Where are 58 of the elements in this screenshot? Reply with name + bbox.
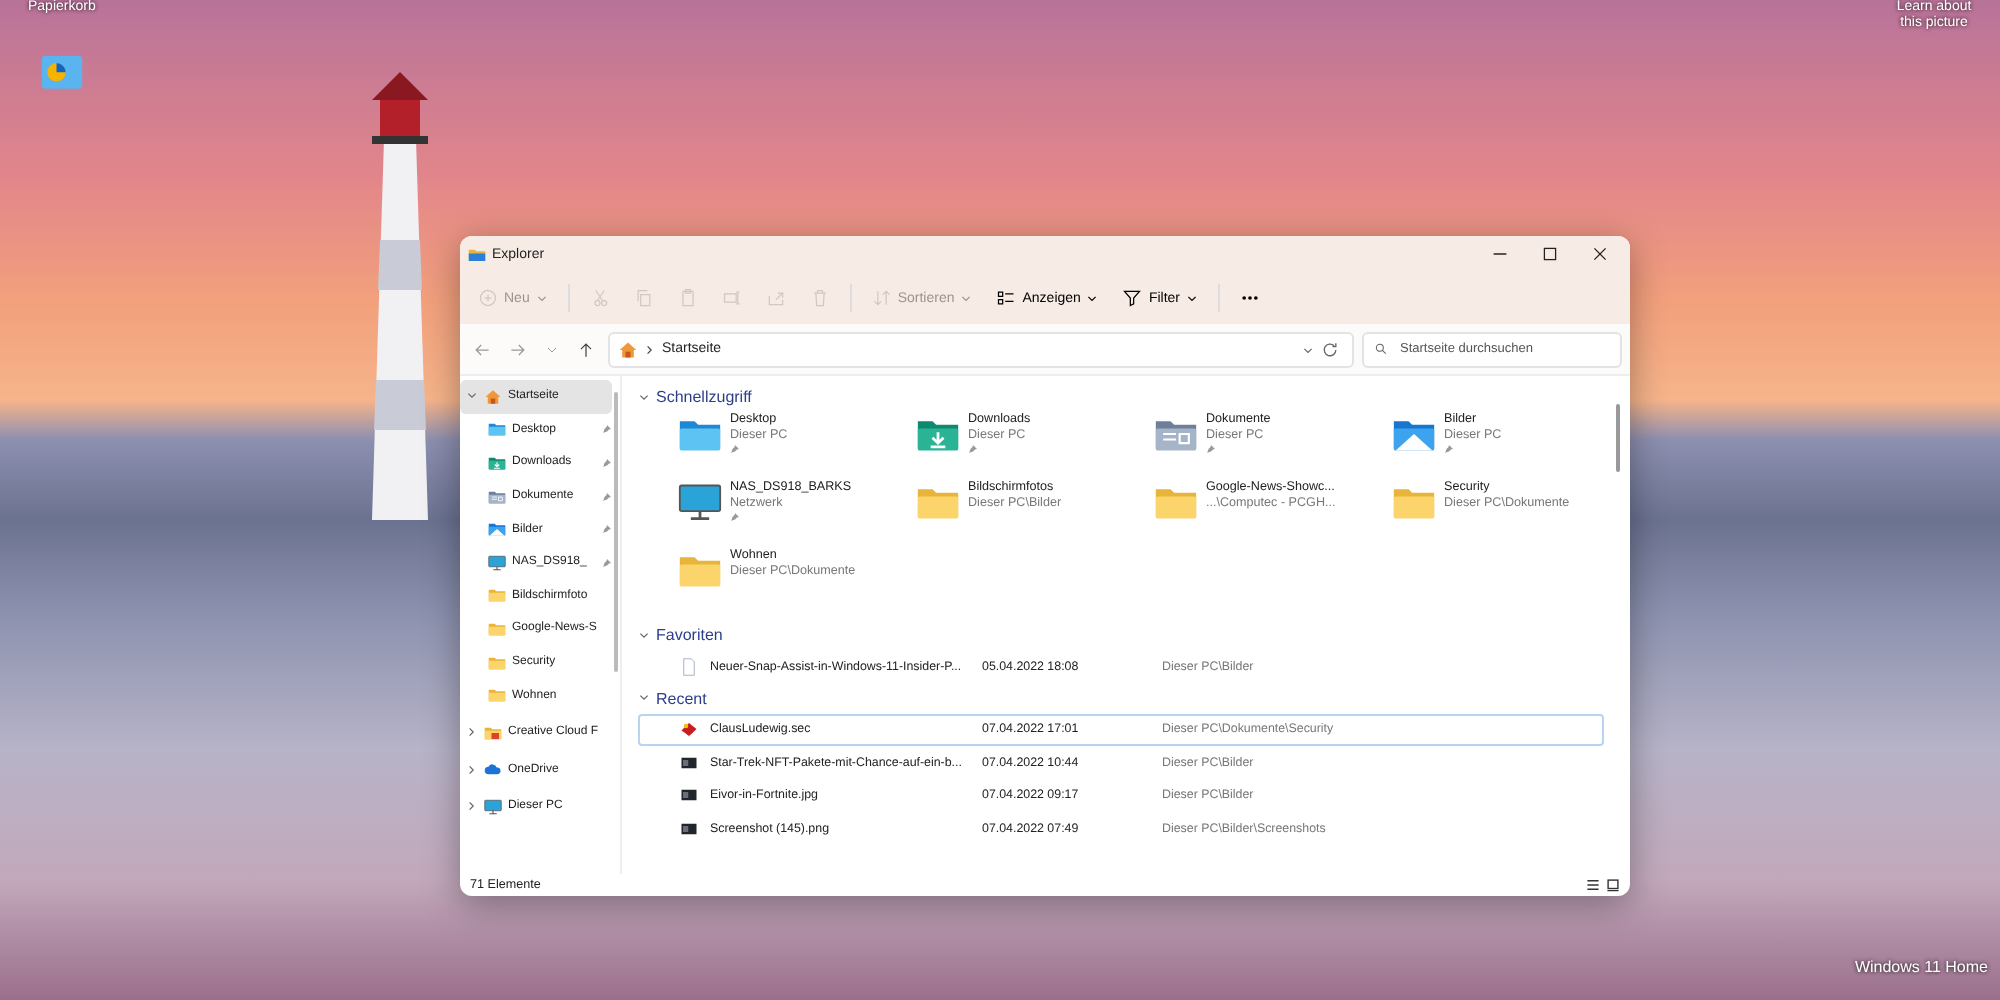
pin-icon — [730, 512, 740, 523]
section-header[interactable]: Favoriten — [638, 620, 1604, 650]
expand-chevron-icon[interactable] — [466, 726, 478, 739]
maximize-icon[interactable] — [1542, 246, 1558, 262]
pin-icon — [602, 491, 612, 502]
search-icon — [1374, 342, 1388, 356]
close-icon[interactable] — [1592, 246, 1608, 262]
desktop-folder-icon — [488, 420, 506, 439]
cloud-folder-icon — [484, 723, 502, 742]
section-header[interactable]: Schnellzugriff — [638, 382, 1604, 412]
pin-icon — [602, 557, 612, 568]
folder-icon — [488, 586, 506, 605]
caret-icon — [960, 292, 973, 304]
pin-icon — [602, 424, 612, 435]
details-view-icon[interactable] — [1586, 878, 1600, 892]
image-thumbnail-icon — [680, 786, 698, 805]
caret-icon — [1086, 292, 1099, 304]
chevron-right-icon — [644, 343, 656, 355]
chevron-icon — [638, 629, 650, 641]
image-thumbnail-icon — [680, 753, 698, 772]
caret-icon — [1186, 292, 1199, 304]
chevron-icon — [638, 692, 650, 704]
caret-icon — [535, 292, 548, 304]
pin-icon — [730, 444, 740, 455]
home-icon — [618, 339, 638, 359]
monitor-icon — [484, 797, 502, 816]
file-icon — [680, 657, 698, 676]
scrollbar[interactable] — [1616, 404, 1620, 472]
folder-icon — [468, 245, 486, 263]
monitor-icon — [488, 553, 506, 572]
cloud-icon — [484, 760, 502, 779]
chevron-down-icon[interactable] — [1302, 343, 1314, 355]
pin-icon — [1444, 444, 1454, 455]
folder-icon — [488, 619, 506, 638]
folder-icon — [488, 686, 506, 705]
pin-icon — [1206, 444, 1216, 455]
monitor-icon — [678, 480, 722, 524]
expand-chevron-icon[interactable] — [466, 763, 478, 776]
refresh-icon[interactable] — [1320, 339, 1340, 359]
up-icon[interactable] — [576, 339, 596, 359]
expand-chevron-icon[interactable] — [466, 390, 478, 403]
pin-icon — [602, 524, 612, 535]
scrollbar[interactable] — [614, 392, 618, 672]
folder-icon — [488, 653, 506, 672]
pin-icon — [968, 444, 978, 455]
home-icon — [484, 387, 502, 406]
edition-label: Windows 11 Home — [1854, 958, 1988, 976]
forward-icon[interactable] — [508, 339, 528, 359]
section-header[interactable]: Recent — [638, 683, 1604, 713]
pin-icon — [602, 457, 612, 468]
document-folder-icon — [488, 487, 506, 506]
expand-chevron-icon[interactable] — [466, 800, 478, 813]
download-folder-icon — [488, 453, 506, 472]
chevron-icon — [638, 391, 650, 403]
image-thumbnail-icon — [680, 819, 698, 838]
back-icon[interactable] — [472, 339, 492, 359]
tiles-view-icon[interactable] — [1606, 878, 1620, 892]
picture-folder-icon — [488, 520, 506, 539]
